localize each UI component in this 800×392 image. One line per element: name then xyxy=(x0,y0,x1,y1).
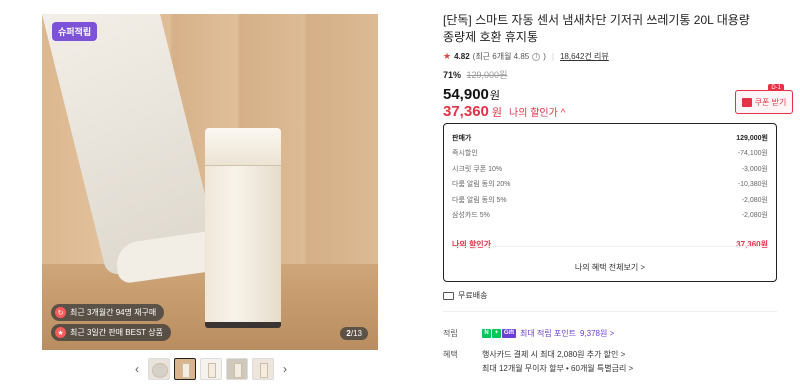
price-value: 54,900 xyxy=(443,86,489,103)
breakdown-value: -10,380원 xyxy=(737,181,768,189)
price-unit: 원 xyxy=(489,90,501,102)
breakdown-value: -74,100원 xyxy=(737,150,768,158)
product-info: [단독] 스마트 자동 센서 냄새차단 기저귀 쓰레기통 20L 대용량 종량제… xyxy=(443,12,783,120)
thumbnail-3-image xyxy=(208,363,216,378)
breakdown-total: 나의 할인가 37,360원 xyxy=(452,235,768,253)
coupon-button[interactable]: 쿠폰 받기 xyxy=(735,90,793,114)
my-discount-price[interactable]: 37,360 원 나의 할인가 ^ xyxy=(443,103,783,120)
shipping-label: 무료배송 xyxy=(458,291,488,300)
coupon-button-label: 쿠폰 받기 xyxy=(754,97,787,107)
rating-row: ★ 4.82 (최근 6개월 4.85 i) | 18,642건 리뷰 xyxy=(443,51,783,62)
section-divider xyxy=(443,311,777,312)
breakdown-row: 삼성카드 5% -2,080원 xyxy=(452,208,768,224)
thumbnail-4[interactable] xyxy=(226,358,248,380)
breakdown-label: 다룸 알림 동의 20% xyxy=(452,181,511,189)
breakdown-value: -3,000원 xyxy=(741,165,768,173)
logo-gift: Gift xyxy=(502,329,516,338)
rating-detail: (최근 6개월 4.85 xyxy=(472,52,530,61)
card-discount-link[interactable]: 행사카드 결제 시 최대 2,080원 추가 할인 > xyxy=(482,349,625,360)
coupon-icon xyxy=(741,97,752,107)
breakdown-divider xyxy=(452,246,768,247)
breakdown-label: 다룸 알림 동의 5% xyxy=(452,196,507,204)
points-label: 적립 xyxy=(443,329,458,338)
my-discount-toggle[interactable]: 나의 할인가 ^ xyxy=(509,104,565,119)
logo-plus: + xyxy=(492,329,501,338)
breakdown-row: 판매가 129,000원 xyxy=(452,130,768,146)
points-amount: 9,378원 > xyxy=(579,329,615,338)
view-all-benefits-link[interactable]: 나의 혜택 전체보기 > xyxy=(444,262,776,273)
total-value: 37,360원 xyxy=(736,239,768,249)
product-title: [단독] 스마트 자동 센서 냄새차단 기저귀 쓰레기통 20L 대용량 종량제… xyxy=(443,13,750,44)
rating-close: ) xyxy=(543,52,546,61)
thumbnail-2[interactable] xyxy=(174,358,196,380)
info-icon[interactable]: i xyxy=(532,52,541,61)
fire-icon: ★ xyxy=(55,327,66,338)
repurchase-pill: ↻ 최근 3개월간 94명 재구매 xyxy=(51,304,165,321)
shipping-row: 무료배송 xyxy=(443,290,487,301)
thumbnail-3[interactable] xyxy=(200,358,222,380)
review-count-link[interactable]: 18,642건 리뷰 xyxy=(560,51,609,62)
benefits-label: 혜택 xyxy=(443,350,458,359)
star-icon: ★ xyxy=(443,51,452,61)
breakdown-label: 즉시할인 xyxy=(452,150,478,158)
photo-trash-bin xyxy=(205,128,281,328)
repeat-icon: ↻ xyxy=(55,307,66,318)
breakdown-value: -2,080원 xyxy=(741,212,768,220)
logo-n: N xyxy=(482,329,491,338)
breakdown-row: 다룸 알림 동의 5% -2,080원 xyxy=(452,192,768,208)
thumbnail-5-image xyxy=(260,363,268,378)
thumb-next-icon[interactable]: › xyxy=(278,358,292,380)
thumbnail-strip: ‹ › xyxy=(130,358,292,380)
photo-bin-lid xyxy=(205,128,281,166)
thumbnail-2-image xyxy=(182,363,190,378)
breakdown-label: 삼성카드 5% xyxy=(452,212,490,220)
sale-price-value: 37,360 xyxy=(443,103,489,120)
total-label: 나의 할인가 xyxy=(452,239,492,249)
thumbnail-5[interactable] xyxy=(252,358,274,380)
breakdown-value: 129,000원 xyxy=(736,134,768,142)
price-breakdown: 판매가 129,000원 즉시할인 -74,100원 시크릿 쿠폰 10% -3… xyxy=(443,123,777,282)
image-counter: 2/13 xyxy=(340,327,368,340)
counter-total: /13 xyxy=(350,329,362,338)
breakdown-row: 다룸 알림 동의 20% -10,380원 xyxy=(452,177,768,193)
product-photo xyxy=(42,14,378,350)
sale-price-unit: 원 xyxy=(491,107,503,119)
best-seller-text: 최근 3일간 판매 BEST 상품 xyxy=(70,328,163,337)
thumbnail-1[interactable] xyxy=(148,358,170,380)
points-text: 최대 적립 포인트 xyxy=(520,329,576,338)
thumbnail-4-image xyxy=(234,363,242,378)
breakdown-label: 시크릿 쿠폰 10% xyxy=(452,165,503,173)
original-price: 129,000원 xyxy=(466,70,508,80)
price: 54,900원 xyxy=(443,86,783,103)
discount-line: 71% 129,000원 xyxy=(443,68,783,81)
truck-icon xyxy=(443,291,454,300)
breakdown-row: 즉시할인 -74,100원 xyxy=(452,146,768,162)
installment-link[interactable]: 최대 12개월 무이자 할부 • 60개월 특별금리 > xyxy=(482,363,633,374)
product-image[interactable]: 슈퍼적립 ↻ 최근 3개월간 94명 재구매 ★ 최근 3일간 판매 BEST … xyxy=(42,14,378,350)
breakdown-value: -2,080원 xyxy=(741,196,768,204)
best-seller-pill: ★ 최근 3일간 판매 BEST 상품 xyxy=(51,324,171,341)
naver-plus-logo-icon: N + Gift xyxy=(482,329,516,338)
breakdown-label: 판매가 xyxy=(452,134,472,142)
rating-score: 4.82 xyxy=(454,52,470,61)
points-row[interactable]: N + Gift 최대 적립 포인트 9,378원 > xyxy=(482,328,614,339)
rating-divider: | xyxy=(551,52,554,61)
breakdown-row: 시크릿 쿠폰 10% -3,000원 xyxy=(452,161,768,177)
super-point-badge: 슈퍼적립 xyxy=(52,22,98,41)
photo-bin-base xyxy=(205,322,281,328)
discount-percent: 71% xyxy=(443,70,462,80)
thumb-prev-icon[interactable]: ‹ xyxy=(130,358,144,380)
repurchase-text: 최근 3개월간 94명 재구매 xyxy=(70,308,157,317)
thumbnail-1-image xyxy=(152,363,168,378)
